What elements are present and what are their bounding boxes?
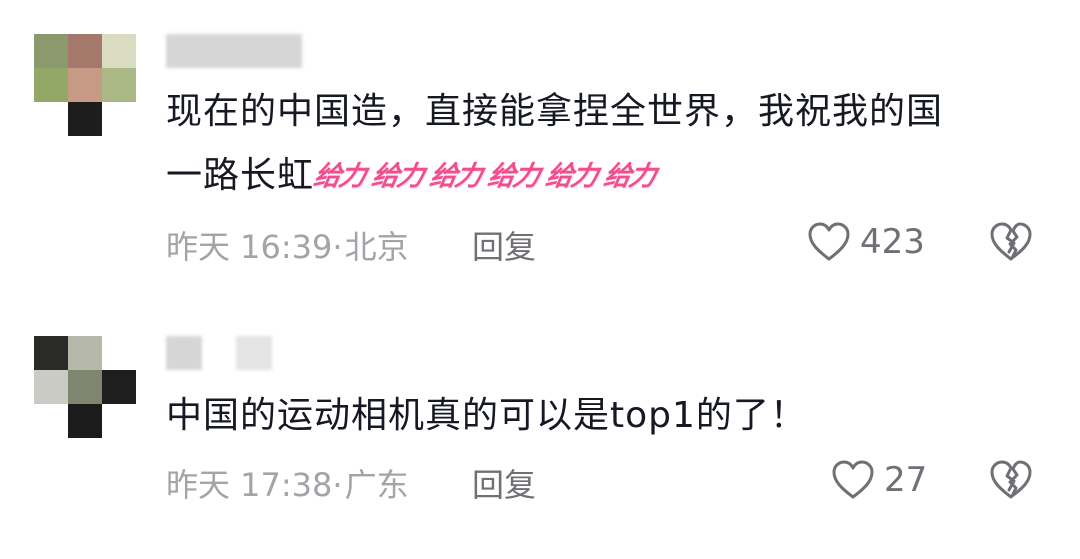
dislike-button[interactable] — [990, 222, 1032, 266]
like-button[interactable]: 27 — [832, 460, 927, 500]
geili-emoji: 给力 — [311, 161, 367, 192]
comment-text: 中国的运动相机真的可以是top1的了！ — [166, 384, 1026, 448]
comment-location: 北京 — [344, 228, 409, 266]
avatar-pixel — [102, 404, 136, 438]
avatar-pixel — [68, 102, 102, 136]
avatar-pixel — [34, 336, 68, 370]
broken-heart-icon — [990, 222, 1032, 266]
avatar-pixel — [68, 68, 102, 102]
avatar-pixel — [34, 404, 68, 438]
comment-item: 现在的中国造，直接能拿捏全世界，我祝我的国 一路长虹给力给力给力给力给力给力 昨… — [0, 0, 1080, 300]
comment-text-line: 一路长虹给力给力给力给力给力给力 — [166, 144, 1026, 209]
avatar-pixel — [34, 68, 68, 102]
like-count: 27 — [884, 460, 928, 500]
dislike-button[interactable] — [990, 460, 1032, 504]
geili-emoji: 给力 — [485, 161, 541, 192]
comment-time: 昨天 17:38· — [166, 466, 343, 504]
avatar-pixel — [68, 34, 102, 68]
comment-text-line: 中国的运动相机真的可以是top1的了！ — [166, 395, 807, 436]
comment-time: 昨天 16:39· — [166, 228, 343, 266]
avatar-pixel — [102, 102, 136, 136]
avatar-pixel — [68, 404, 102, 438]
avatar-pixel — [102, 370, 136, 404]
reply-button[interactable]: 回复 — [472, 222, 536, 268]
avatar-pixel — [102, 336, 136, 370]
avatar[interactable] — [34, 336, 136, 438]
geili-emoji: 给力 — [369, 161, 425, 192]
avatar-pixel — [34, 370, 68, 404]
avatar-pixel — [102, 68, 136, 102]
comment-text: 现在的中国造，直接能拿捏全世界，我祝我的国 一路长虹给力给力给力给力给力给力 — [166, 80, 1026, 209]
heart-outline-icon — [832, 460, 874, 500]
comment-text-line: 现在的中国造，直接能拿捏全世界，我祝我的国 — [166, 91, 944, 132]
username-blurred[interactable] — [166, 34, 302, 68]
heart-outline-icon — [808, 222, 850, 262]
geili-emoji: 给力 — [601, 161, 657, 192]
avatar[interactable] — [34, 34, 136, 136]
avatar-pixel — [68, 336, 102, 370]
geili-emoji: 给力 — [427, 161, 483, 192]
comment-item: 中国的运动相机真的可以是top1的了！ 昨天 17:38·广东 回复 27 — [0, 320, 1080, 559]
comment-location: 广东 — [344, 466, 409, 504]
avatar-pixel — [34, 102, 68, 136]
like-count: 423 — [860, 222, 925, 262]
broken-heart-icon — [990, 460, 1032, 504]
avatar-pixel — [102, 34, 136, 68]
avatar-pixel — [68, 370, 102, 404]
emoji-row: 给力给力给力给力给力给力 — [311, 155, 662, 196]
username-blurred[interactable] — [236, 336, 272, 370]
comment-meta: 昨天 17:38·广东 — [166, 460, 409, 506]
comment-text-segment: 一路长虹 — [166, 155, 315, 196]
comment-meta: 昨天 16:39·北京 — [166, 222, 409, 268]
avatar-pixel — [34, 34, 68, 68]
username-blurred[interactable] — [166, 336, 202, 370]
reply-button[interactable]: 回复 — [472, 460, 536, 506]
like-button[interactable]: 423 — [808, 222, 925, 262]
geili-emoji: 给力 — [543, 161, 599, 192]
